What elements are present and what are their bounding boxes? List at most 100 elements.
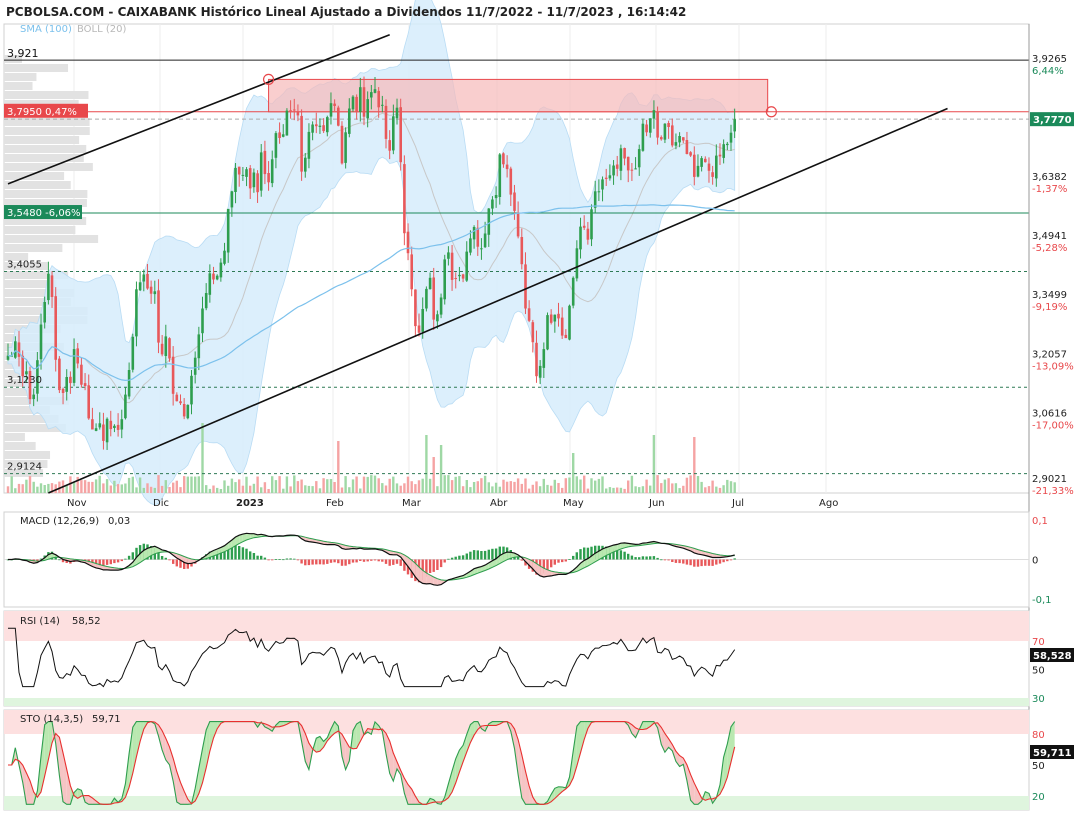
macd-histogram-bar: [333, 559, 336, 563]
macd-histogram-bar: [443, 559, 446, 563]
macd-histogram-bar: [630, 555, 634, 560]
candle-body: [586, 228, 590, 240]
candle-body: [630, 169, 634, 171]
candle-body: [660, 137, 663, 140]
candle-body: [329, 103, 333, 117]
macd-histogram-bar: [307, 559, 311, 566]
volume-bar: [142, 487, 145, 493]
volume-bar: [586, 488, 590, 493]
volume-bar: [227, 485, 230, 493]
volume-bar: [282, 488, 285, 493]
volume-bar: [267, 489, 270, 493]
volume-bar: [83, 480, 87, 493]
candle-body: [406, 231, 410, 254]
volume-bar: [616, 487, 619, 493]
candle-body: [326, 117, 329, 133]
volume-bar: [212, 485, 215, 493]
volume-profile-bar: [4, 163, 93, 171]
candle-body: [491, 199, 494, 209]
candle-body: [645, 124, 648, 133]
candle-body: [61, 388, 65, 393]
candle-body: [366, 99, 369, 119]
volume-bar: [87, 481, 90, 493]
candle-body: [571, 277, 575, 306]
volume-bar: [469, 487, 472, 493]
candle-body: [142, 274, 146, 282]
volume-bar: [685, 477, 689, 493]
macd-histogram-bar: [252, 553, 256, 560]
candle-body: [384, 105, 388, 139]
candle-body: [520, 237, 524, 265]
candle-body: [715, 155, 718, 179]
volume-bar: [671, 483, 674, 493]
candle-body: [546, 315, 549, 350]
candle-body: [608, 175, 612, 179]
macd-title: MACD (12,26,9): [20, 516, 99, 527]
volume-bar: [201, 423, 204, 493]
macd-histogram-bar: [388, 559, 391, 566]
candle-body: [190, 375, 193, 405]
volume-bar: [65, 485, 68, 493]
candle-body: [274, 133, 278, 158]
volume-bar: [594, 480, 597, 493]
volume-bar: [516, 478, 520, 493]
candle-body: [182, 404, 186, 417]
volume-bar: [293, 475, 296, 493]
volume-bar: [674, 483, 678, 493]
volume-bar: [561, 487, 564, 493]
macd-histogram-bar: [575, 552, 578, 560]
last-price-label: 3,7770: [1033, 115, 1072, 126]
volume-bar: [377, 478, 380, 493]
volume-bar: [623, 488, 626, 493]
candle-body: [626, 156, 630, 171]
volume-bar: [689, 475, 692, 493]
candle-body: [340, 125, 344, 164]
volume-bar: [583, 475, 586, 493]
volume-profile-bar: [4, 145, 87, 153]
macd-histogram-bar: [627, 553, 630, 560]
volume-bar: [718, 487, 722, 493]
candle-body: [527, 308, 531, 321]
volume-bar: [245, 476, 248, 493]
volume-bar: [436, 486, 439, 493]
candle-body: [131, 336, 135, 370]
volume-bar: [219, 489, 223, 493]
y-tick-label: 3,2057: [1032, 349, 1067, 360]
volume-bar: [260, 487, 263, 493]
macd-histogram-bar: [553, 559, 556, 565]
candle-body: [615, 164, 619, 169]
candle-body: [733, 119, 736, 132]
volume-bar: [366, 476, 369, 493]
volume-bar: [249, 485, 252, 493]
candle-body: [245, 169, 248, 177]
volume-profile-bar: [4, 73, 37, 81]
candle-body: [388, 140, 391, 151]
macd-histogram-bar: [377, 559, 380, 562]
volume-bar: [696, 476, 700, 493]
candle-body: [304, 157, 307, 172]
macd-histogram-bar: [326, 559, 329, 564]
candle-body: [469, 238, 472, 253]
macd-histogram-bar: [355, 559, 358, 563]
volume-bar: [660, 483, 663, 493]
volume-bar: [197, 476, 200, 493]
candle-body: [395, 107, 399, 119]
volume-profile-bar: [4, 235, 99, 243]
candle-body: [322, 125, 325, 132]
y-tick-pct: -21,33%: [1032, 486, 1074, 497]
macd-histogram-bar: [436, 559, 439, 570]
volume-bar: [612, 487, 615, 493]
chart-title: PCBOLSA.COM - CAIXABANK Histórico Lineal…: [6, 5, 686, 19]
volume-bar: [127, 477, 131, 493]
y-tick-pct: -9,19%: [1032, 302, 1067, 313]
volume-bar: [322, 478, 325, 493]
candle-body: [102, 424, 105, 441]
candle-body: [726, 143, 729, 146]
candle-body: [454, 278, 457, 279]
candle-body: [219, 262, 223, 278]
candle-body: [270, 159, 274, 184]
volume-bar: [326, 479, 329, 493]
macd-histogram-bar: [645, 556, 648, 560]
volume-bar: [645, 479, 648, 493]
macd-histogram-bar: [271, 559, 274, 561]
